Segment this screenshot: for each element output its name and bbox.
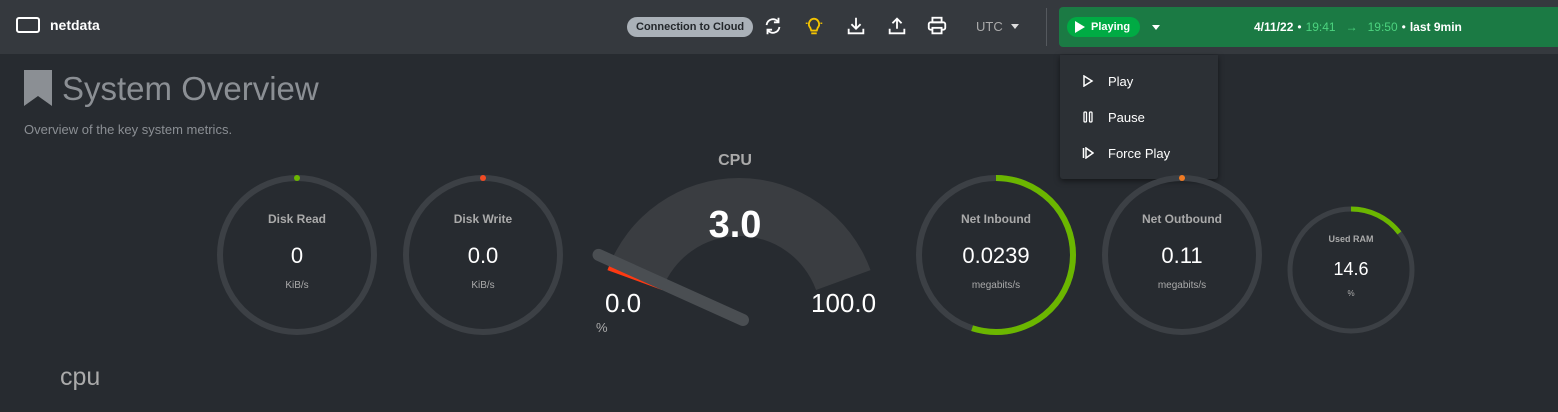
gauge-label: Net Outbound <box>1142 212 1222 226</box>
brand[interactable]: netdata <box>16 17 100 33</box>
chevron-down-icon <box>1010 24 1019 29</box>
pause-icon <box>1083 111 1093 123</box>
printer-icon[interactable] <box>926 15 948 37</box>
menu-item-label: Force Play <box>1108 145 1171 161</box>
gauge-unit: megabits/s <box>1157 280 1207 291</box>
gauge-value: 0.11 <box>1161 243 1203 268</box>
gauge-cpu[interactable]: CPU 3.0 0.0 100.0 % <box>575 150 895 340</box>
gauge-value: 14.6 <box>1333 259 1369 279</box>
gauge-net-inbound[interactable]: Net Inbound 0.0239 megabits/s <box>913 172 1079 338</box>
player-menu: Play Pause Force Play <box>1060 55 1218 179</box>
gauge-value: 0 <box>290 243 304 268</box>
gauge-disk-read[interactable]: Disk Read 0 KiB/s <box>214 172 380 338</box>
toolbar-divider <box>1046 8 1047 46</box>
gauge-label: Used RAM <box>1328 234 1374 244</box>
arrow-right-icon: → <box>1345 20 1358 34</box>
page-subtitle: Overview of the key system metrics. <box>24 122 233 137</box>
playing-button[interactable]: Playing <box>1067 17 1141 37</box>
gauge-unit: KiB/s <box>471 280 495 291</box>
gauge-indicator-dot <box>480 175 486 181</box>
gauge-label: Disk Write <box>453 212 513 226</box>
sync-icon[interactable] <box>762 15 784 37</box>
bookmark-icon <box>24 70 52 106</box>
gauge-value: 0.0 <box>467 243 499 268</box>
cpu-gauge-value: 3.0 <box>708 204 762 246</box>
menu-item-force-play[interactable]: Force Play <box>1060 135 1218 171</box>
player-status: Playing <box>1091 21 1131 33</box>
gauge-unit: megabits/s <box>971 280 1021 291</box>
start-time: 19:41 <box>1305 20 1336 34</box>
cpu-gauge-unit: % <box>596 320 608 335</box>
cpu-gauge-min: 0.0 <box>605 288 642 318</box>
timezone-selector[interactable]: UTC <box>976 19 1019 34</box>
app-name: netdata <box>50 17 100 33</box>
date-label: 4/11/22 <box>1254 20 1294 34</box>
gauge-used-ram[interactable]: Used RAM 14.6 % <box>1284 203 1418 337</box>
gauge-disk-write[interactable]: Disk Write 0.0 KiB/s <box>400 172 566 338</box>
netdata-logo-icon <box>16 17 40 33</box>
menu-item-label: Play <box>1108 73 1134 89</box>
player-menu-chevron-icon[interactable] <box>1152 25 1160 30</box>
force-play-icon <box>1082 147 1094 159</box>
timezone-label: UTC <box>976 19 1003 34</box>
play-outline-icon <box>1083 75 1094 87</box>
download-icon[interactable] <box>845 15 867 37</box>
play-icon <box>1075 21 1085 33</box>
player-bar: Playing 4/11/22 • 19:41 → 19:50 • last 9… <box>1059 7 1558 47</box>
gauge-indicator-dot <box>294 175 300 181</box>
menu-item-label: Pause <box>1108 109 1145 125</box>
section-title-cpu: cpu <box>60 363 101 391</box>
time-range[interactable]: 4/11/22 • 19:41 → 19:50 • last 9min <box>1254 20 1462 34</box>
gauge-unit: KiB/s <box>285 280 309 291</box>
gauge-unit: % <box>1347 289 1355 298</box>
top-bar: netdata Connection to Cloud UTC Playing … <box>0 0 1558 54</box>
cpu-gauge-max: 100.0 <box>811 288 877 318</box>
connection-to-cloud-button[interactable]: Connection to Cloud <box>627 17 754 37</box>
gauge-label: Net Inbound <box>961 212 1031 226</box>
end-time: 19:50 <box>1367 20 1398 34</box>
page-title: System Overview <box>62 70 319 107</box>
gauge-net-outbound[interactable]: Net Outbound 0.11 megabits/s <box>1099 172 1265 338</box>
duration-label: last 9min <box>1409 20 1462 34</box>
gauge-label: Disk Read <box>267 212 327 226</box>
menu-item-pause[interactable]: Pause <box>1060 99 1218 135</box>
upload-icon[interactable] <box>886 15 908 37</box>
gauge-indicator-dot <box>1179 175 1185 181</box>
cpu-gauge-title: CPU <box>718 152 752 169</box>
lightbulb-icon[interactable] <box>803 15 825 37</box>
gauge-value: 0.0239 <box>962 243 1030 268</box>
menu-item-play[interactable]: Play <box>1060 63 1218 99</box>
